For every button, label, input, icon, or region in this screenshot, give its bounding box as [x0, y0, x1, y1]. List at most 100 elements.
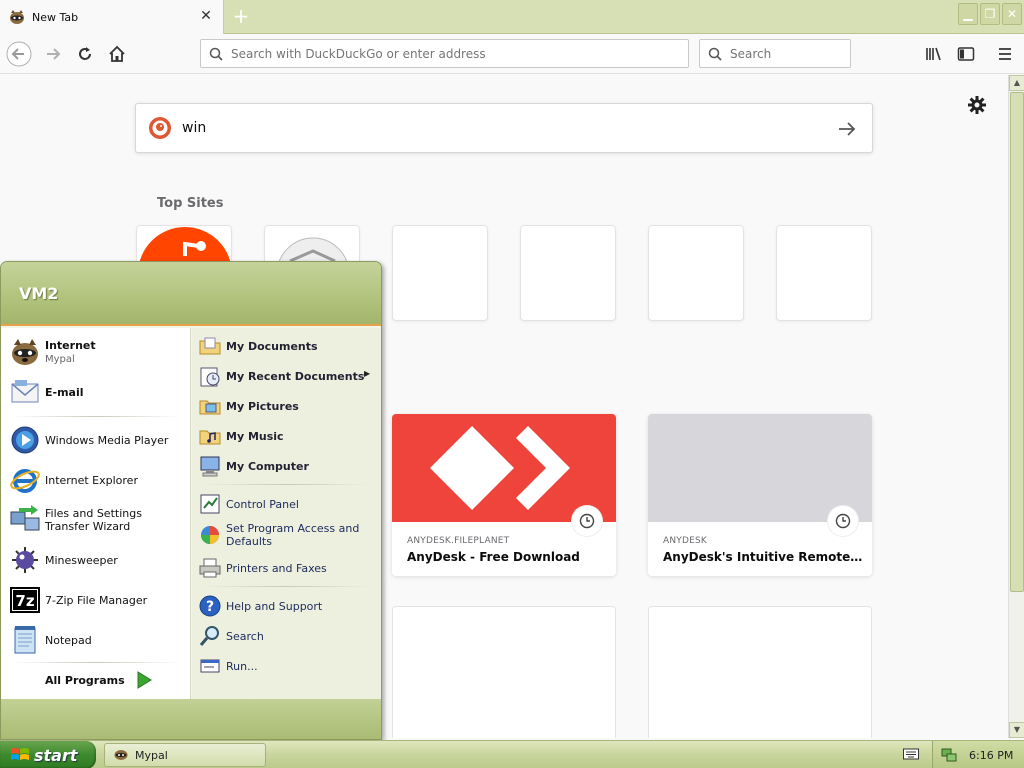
scroll-up-arrow[interactable]: ▲: [1009, 75, 1024, 91]
recent-internet-explorer[interactable]: Internet Explorer: [9, 464, 138, 496]
duckduckgo-icon: [149, 117, 171, 139]
home-icon: [109, 45, 125, 62]
restore-button[interactable]: ❐: [980, 3, 1000, 25]
recent-label: Windows Media Player: [45, 433, 169, 447]
library-button[interactable]: [920, 40, 948, 68]
recent-windows-media-player[interactable]: Windows Media Player: [9, 424, 168, 456]
recent-files-settings-transfer[interactable]: Files and Settings Transfer Wizard: [9, 504, 187, 536]
gear-icon[interactable]: [966, 94, 988, 116]
address-bar[interactable]: [200, 39, 689, 68]
pinned-email[interactable]: E-mail: [9, 376, 84, 408]
folder-music-icon: [198, 424, 222, 448]
taskbar-item-mypal[interactable]: Mypal: [104, 743, 266, 767]
close-window-button[interactable]: ✕: [1002, 3, 1022, 25]
top-site-tile-empty[interactable]: [776, 225, 872, 321]
top-site-tile-empty[interactable]: [392, 225, 488, 321]
back-arrow-icon: [6, 41, 32, 67]
recent-label: Internet Explorer: [45, 473, 138, 487]
windows-logo-icon: [11, 748, 29, 760]
mypal-raccoon-icon: [9, 336, 41, 368]
recent-label: Notepad: [45, 633, 92, 647]
card-title: AnyDesk's Intuitive Remote Des...: [663, 550, 863, 564]
keyboard-icon[interactable]: [903, 747, 919, 761]
recent-7zip[interactable]: 7z 7-Zip File Manager: [9, 584, 147, 616]
new-tab-button[interactable]: +: [230, 5, 252, 27]
printer-icon: [198, 556, 222, 580]
submenu-arrow-icon: ▶: [364, 369, 371, 378]
recent-documents-icon: [198, 364, 222, 388]
anydesk-thumbnail: [392, 414, 616, 536]
folder-pictures-icon: [198, 394, 222, 418]
pinned-internet[interactable]: Internet Mypal: [9, 336, 96, 368]
help-label: Search: [226, 629, 264, 643]
card-title: AnyDesk - Free Download: [407, 550, 580, 564]
top-site-tile-empty[interactable]: [648, 225, 744, 321]
highlight-card-empty: [648, 606, 872, 738]
url-input[interactable]: [231, 46, 651, 61]
place-my-pictures[interactable]: My Pictures: [198, 394, 299, 418]
system-label: Control Panel: [226, 497, 299, 511]
forward-button[interactable]: [39, 40, 67, 68]
start-button[interactable]: start: [0, 741, 96, 768]
place-my-computer[interactable]: My Computer: [198, 454, 309, 478]
all-programs-button[interactable]: All Programs: [45, 671, 153, 689]
folder-documents-icon: [198, 334, 222, 358]
system-program-access[interactable]: Set Program Access and Defaults: [198, 522, 374, 548]
tab-new-tab[interactable]: New Tab ✕: [0, 0, 224, 34]
place-label: My Pictures: [226, 399, 299, 413]
separator: [202, 586, 372, 587]
help-icon: ?: [198, 594, 222, 618]
minimize-button[interactable]: ▁: [958, 3, 978, 25]
top-sites-heading: Top Sites: [157, 196, 224, 211]
system-label: Set Program Access and Defaults: [226, 522, 360, 548]
place-my-music[interactable]: My Music: [198, 424, 284, 448]
place-my-documents[interactable]: My Documents: [198, 334, 318, 358]
email-envelope-icon: [9, 376, 41, 408]
start-menu: VM2 Internet Mypal E-mail Windows Media P…: [0, 261, 382, 740]
svg-text:7z: 7z: [15, 592, 34, 610]
sidebar-button[interactable]: [952, 40, 980, 68]
pinned-internet-sub: Mypal: [45, 353, 75, 365]
help-and-support[interactable]: ? Help and Support: [198, 594, 322, 618]
computer-icon: [198, 454, 222, 478]
separator: [11, 416, 181, 417]
run-item[interactable]: Run...: [198, 654, 258, 678]
page-search-box[interactable]: [135, 103, 873, 153]
scrollbar-thumb[interactable]: [1010, 92, 1024, 592]
green-arrow-icon: [137, 671, 152, 689]
scroll-down-arrow[interactable]: ▼: [1009, 722, 1024, 738]
vertical-scrollbar[interactable]: ▲ ▼: [1008, 75, 1024, 738]
home-button[interactable]: [103, 40, 131, 68]
reload-button[interactable]: [71, 40, 99, 68]
search-icon: [209, 47, 223, 61]
system-control-panel[interactable]: Control Panel: [198, 492, 299, 516]
run-icon: [198, 654, 222, 678]
pinned-internet-label: Internet: [45, 338, 96, 352]
search-bar[interactable]: [699, 39, 851, 68]
mypal-raccoon-icon: [8, 9, 26, 25]
highlight-card[interactable]: ANYDESK AnyDesk's Intuitive Remote Des..…: [648, 414, 872, 576]
tab-title: New Tab: [32, 10, 79, 24]
tab-close-icon[interactable]: ✕: [199, 9, 213, 23]
taskbar-item-label: Mypal: [135, 748, 168, 762]
system-printers-faxes[interactable]: Printers and Faxes: [198, 556, 327, 580]
recent-minesweeper[interactable]: Minesweeper: [9, 544, 118, 576]
search-input[interactable]: [730, 46, 840, 61]
start-menu-header: VM2: [1, 262, 381, 326]
search-item[interactable]: Search: [198, 624, 264, 648]
page-search-input[interactable]: [182, 120, 802, 136]
taskbar-clock[interactable]: 6:16 PM: [969, 749, 1013, 762]
history-clock-icon: [572, 506, 602, 536]
place-my-recent-documents[interactable]: My Recent Documents ▶: [198, 364, 378, 388]
top-site-tile-empty[interactable]: [520, 225, 616, 321]
network-tray-icon[interactable]: [941, 747, 957, 763]
taskbar: start Mypal 6:16 PM: [0, 740, 1024, 768]
arrow-right-icon[interactable]: [836, 118, 858, 140]
start-label: start: [34, 745, 78, 765]
svg-text:?: ?: [206, 599, 214, 615]
highlight-card[interactable]: ANYDESK.FILEPLANET AnyDesk - Free Downlo…: [392, 414, 616, 576]
recent-notepad[interactable]: Notepad: [9, 624, 92, 656]
back-button[interactable]: [5, 40, 33, 68]
notepad-icon: [9, 624, 41, 656]
menu-button[interactable]: [991, 40, 1019, 68]
